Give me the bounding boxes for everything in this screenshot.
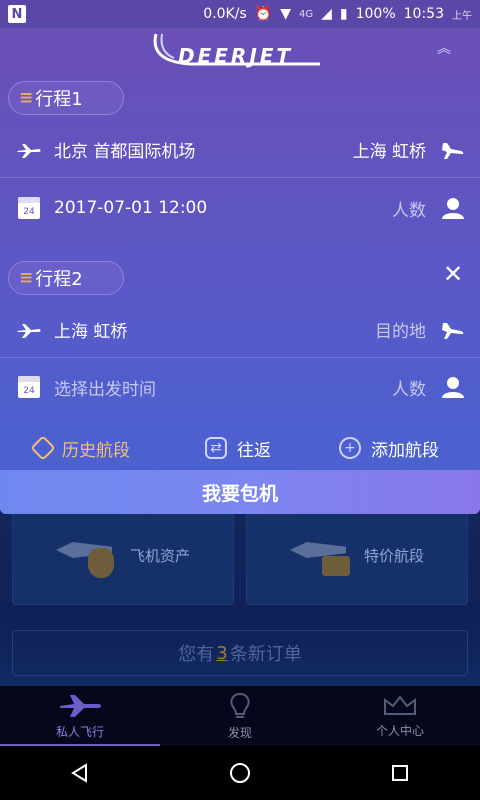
person-icon — [440, 374, 466, 400]
trip-2-passengers[interactable]: 人数 — [392, 375, 426, 400]
takeoff-plane-icon — [16, 137, 42, 163]
plane-money-icon — [55, 532, 116, 578]
lightbulb-icon — [230, 692, 250, 718]
round-trip-label: 往返 — [237, 440, 271, 461]
trip-1-pill: ≡ 行程1 — [8, 81, 124, 115]
sim-icon: ▮ — [339, 6, 348, 22]
trip-2-time-row[interactable]: 24 选择出发时间 人数 — [0, 359, 480, 415]
history-label: 历史航段 — [62, 440, 130, 461]
clock: 10:53 — [403, 6, 444, 22]
new-orders-banner[interactable]: 您有 3 条新订单 — [12, 630, 468, 676]
tab-discover[interactable]: 发现 — [160, 686, 320, 746]
tab-profile-label: 个人中心 — [375, 723, 424, 738]
add-circle-icon: + — [339, 437, 361, 459]
history-ticket-icon — [30, 435, 56, 461]
network-type: 4G — [298, 8, 314, 20]
network-speed: 0.0K/s — [203, 6, 247, 22]
logo-text: DEERJET — [178, 44, 294, 68]
plane-suitcase-icon — [289, 532, 350, 578]
collapse-chevron-up-icon[interactable]: ︽ — [432, 38, 456, 58]
signal-icon: ◢ — [321, 6, 332, 22]
remove-trip-close-icon[interactable]: ✕ — [440, 260, 466, 288]
charter-button[interactable]: 我要包机 — [0, 470, 480, 514]
calendar-icon: 24 — [18, 376, 40, 398]
clock-period: 上午 — [452, 10, 472, 22]
deerjet-logo: DEERJET — [150, 32, 330, 72]
aircraft-assets-card[interactable]: 飞机资产 — [12, 505, 234, 605]
landing-plane-icon — [440, 137, 466, 163]
tab-private-flight[interactable]: 私人飞行 — [0, 686, 160, 746]
trip-2-route-row[interactable]: 上海 虹桥 目的地 — [0, 302, 480, 358]
special-segments-card[interactable]: 特价航段 — [246, 505, 468, 605]
trip-1-destination[interactable]: 上海 虹桥 — [353, 137, 426, 162]
tab-discover-label: 发现 — [227, 725, 252, 740]
history-segments-button[interactable]: 历史航段 — [30, 435, 130, 461]
back-triangle-icon[interactable] — [68, 761, 92, 785]
tab-private-flight-label: 私人飞行 — [55, 724, 104, 739]
orders-prefix: 您有 — [178, 644, 215, 665]
crown-icon — [384, 694, 416, 715]
add-segment-label: 添加航段 — [371, 440, 439, 461]
landing-plane-icon — [440, 317, 466, 343]
segment-actions: 历史航段 ⇄ 往返 + 添加航段 — [0, 428, 480, 468]
round-trip-button[interactable]: ⇄ 往返 — [205, 436, 271, 461]
round-trip-icon: ⇄ — [205, 437, 227, 459]
tab-profile[interactable]: 个人中心 — [320, 686, 480, 746]
trip-1-datetime[interactable]: 2017-07-01 12:00 — [54, 198, 207, 218]
trip-2-destination[interactable]: 目的地 — [375, 317, 426, 342]
orders-count: 3 — [216, 642, 228, 664]
trip-2-datetime[interactable]: 选择出发时间 — [54, 375, 156, 400]
status-bar: N 0.0K/s ⏰ ▼ 4G ◢ ▮ 100% 10:53 上午 — [0, 0, 480, 28]
battery-level: 100% — [355, 6, 396, 22]
aircraft-assets-label: 飞机资产 — [129, 546, 190, 565]
wifi-icon: ▼ — [280, 6, 291, 22]
trip-2-origin[interactable]: 上海 虹桥 — [54, 317, 127, 342]
home-circle-icon[interactable] — [228, 761, 252, 785]
airplane-icon — [60, 694, 101, 717]
person-icon — [440, 195, 466, 221]
trip-1-label: 行程1 — [35, 89, 83, 110]
trip-2-label: 行程2 — [35, 269, 83, 290]
special-segments-label: 特价航段 — [363, 546, 424, 565]
takeoff-plane-icon — [16, 317, 42, 343]
calendar-icon: 24 — [18, 197, 40, 219]
recents-square-icon[interactable] — [388, 761, 412, 785]
add-segment-button[interactable]: + 添加航段 — [339, 436, 439, 461]
trip-1-route-row[interactable]: 北京 首都国际机场 上海 虹桥 — [0, 122, 480, 178]
menu-lines-icon: ≡ — [19, 88, 34, 108]
trip-1-passengers[interactable]: 人数 — [392, 196, 426, 221]
system-navigation-bar — [0, 746, 480, 800]
bottom-tab-bar: 私人飞行 发现 个人中心 — [0, 686, 480, 746]
notification-n-icon: N — [8, 5, 26, 23]
trip-panel: DEERJET ︽ ≡ 行程1 北京 首都国际机场 上海 虹桥 24 2017-… — [0, 28, 480, 514]
trip-1-time-row[interactable]: 24 2017-07-01 12:00 人数 — [0, 180, 480, 236]
trip-1-origin[interactable]: 北京 首都国际机场 — [54, 137, 195, 162]
orders-suffix: 条新订单 — [229, 644, 302, 665]
alarm-icon: ⏰ — [254, 6, 273, 22]
menu-lines-icon: ≡ — [19, 268, 34, 288]
trip-2-pill: ≡ 行程2 — [8, 261, 124, 295]
